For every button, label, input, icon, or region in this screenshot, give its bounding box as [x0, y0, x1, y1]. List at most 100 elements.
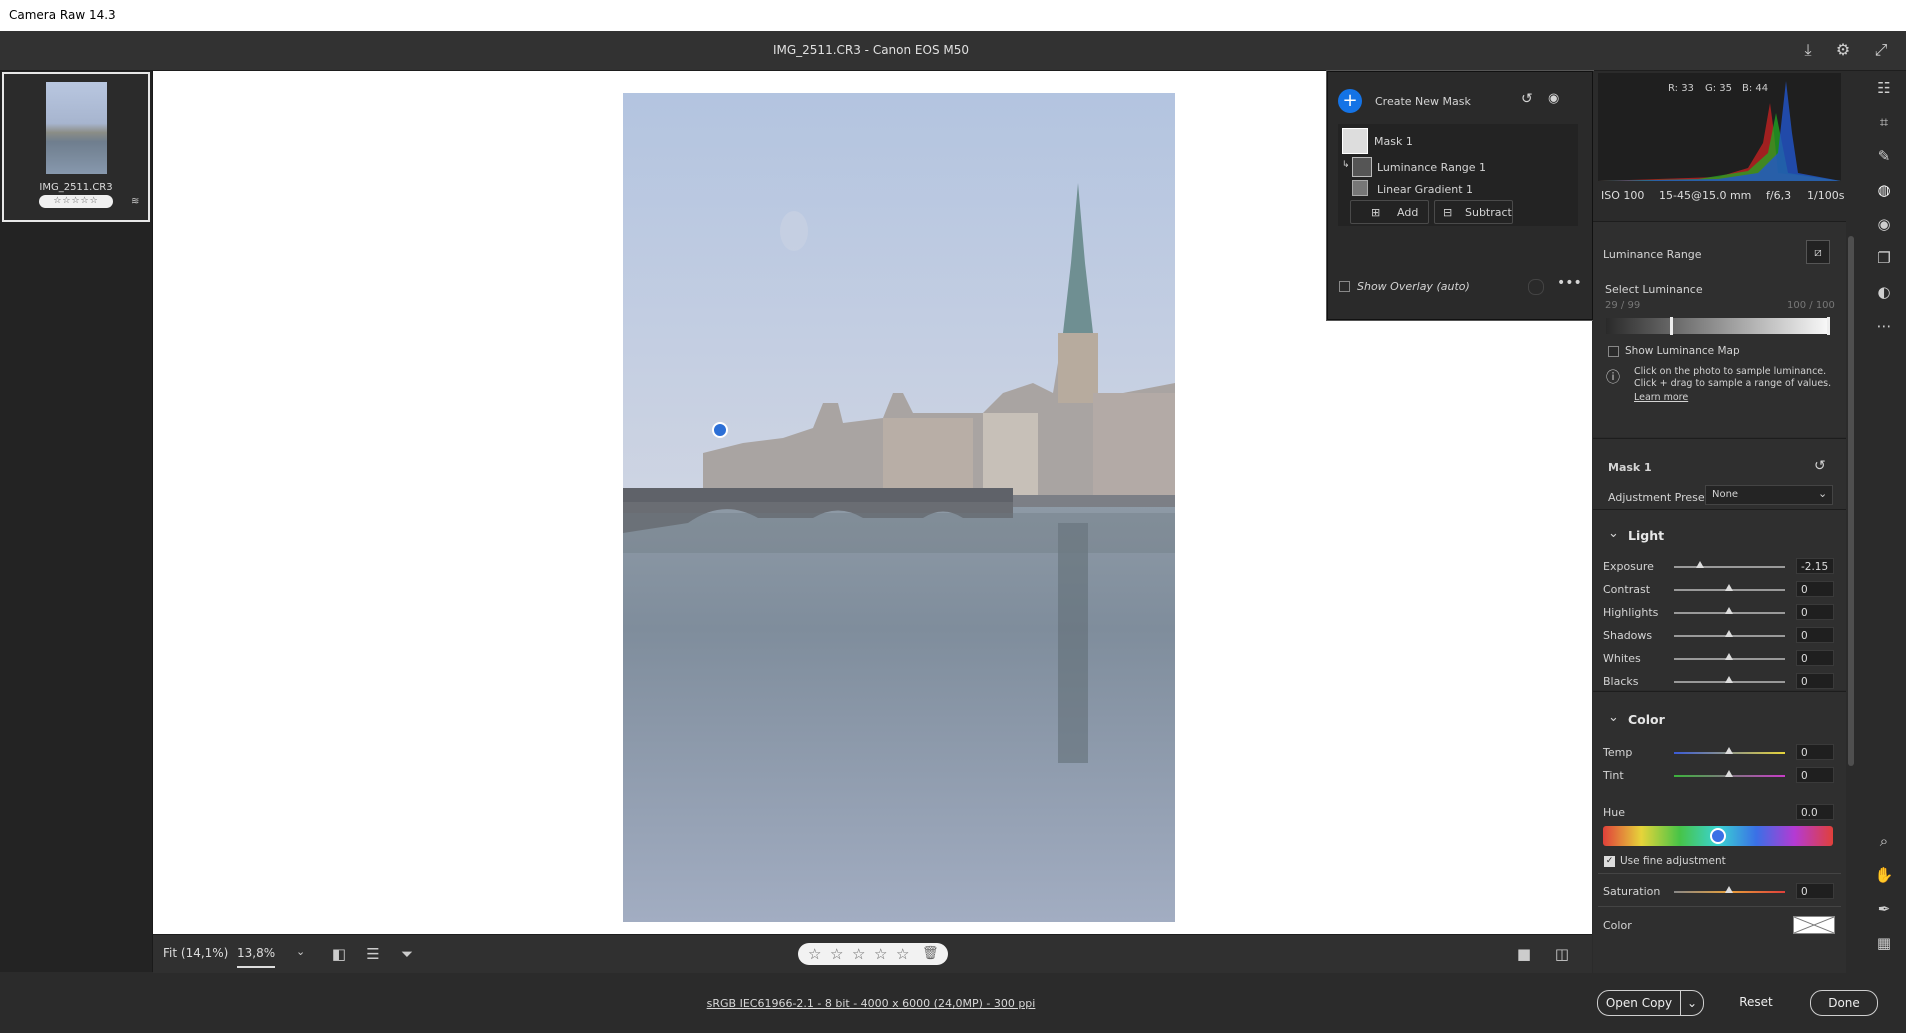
contrast-slider[interactable] — [1674, 584, 1785, 591]
tint-slider[interactable] — [1674, 770, 1785, 777]
add-button[interactable]: ⊞ Add — [1350, 200, 1429, 224]
visibility-eye-icon[interactable]: ◉ — [1548, 91, 1559, 106]
tint-value[interactable]: 0 — [1796, 767, 1834, 783]
done-button[interactable]: Done — [1810, 990, 1878, 1016]
exposure-value[interactable]: -2.15 — [1796, 558, 1834, 574]
exposure-slider[interactable] — [1674, 561, 1785, 568]
download-icon[interactable]: ⤓ — [1797, 39, 1819, 61]
rating-star[interactable]: ☆ — [830, 945, 843, 963]
chevron-down-icon[interactable]: ⌄ — [296, 945, 305, 958]
more-icon[interactable]: ⋯ — [1872, 314, 1896, 338]
temp-slider[interactable] — [1674, 747, 1785, 754]
slider-thumb[interactable] — [1725, 770, 1733, 777]
single-view-icon[interactable]: ■ — [1513, 943, 1535, 965]
color-swatch[interactable] — [1793, 916, 1835, 934]
adjustment-preset-dropdown[interactable]: None ⌄ — [1705, 485, 1833, 505]
shadows-slider[interactable] — [1674, 630, 1785, 637]
snapshots-icon[interactable]: ❐ — [1872, 246, 1896, 270]
show-luminance-map-checkbox[interactable] — [1608, 346, 1619, 357]
rating-control[interactable]: ☆ ☆ ☆ ☆ ☆ 🗑 — [798, 943, 948, 965]
histogram[interactable]: R: 33 G: 35 B: 44 — [1598, 73, 1841, 181]
hand-icon[interactable]: ✋ — [1872, 863, 1896, 887]
slider-thumb[interactable] — [1725, 886, 1733, 893]
color-sampler-icon[interactable]: ✒ — [1872, 897, 1896, 921]
contrast-value[interactable]: 0 — [1796, 581, 1834, 597]
reset-mask-icon[interactable]: ↺ — [1521, 91, 1533, 107]
chevron-down-icon[interactable]: ⌄ — [1608, 710, 1619, 725]
zoom-icon[interactable]: ⌕ — [1872, 829, 1896, 853]
photo-preview[interactable] — [623, 93, 1175, 922]
luminance-picker-icon[interactable]: ⧄ — [1806, 240, 1830, 264]
filmstrip-toggle-icon[interactable]: ◧ — [328, 943, 350, 965]
subtract-button[interactable]: ⊟ Subtract — [1434, 200, 1513, 224]
luminance-range-slider[interactable] — [1606, 317, 1830, 335]
component-linear-gradient[interactable]: Linear Gradient 1 — [1377, 183, 1473, 196]
before-after-icon[interactable]: ◫ — [1551, 943, 1573, 965]
luminance-range-icon[interactable] — [1352, 157, 1372, 177]
temp-value[interactable]: 0 — [1796, 744, 1834, 760]
hue-handle[interactable] — [1710, 828, 1726, 844]
filter-icon[interactable]: ⏷ — [396, 943, 418, 965]
reset-button[interactable]: Reset — [1722, 990, 1790, 1014]
fine-adjustment-checkbox[interactable]: ✓ — [1604, 856, 1615, 867]
reset-mask-settings-icon[interactable]: ↺ — [1814, 458, 1826, 474]
highlights-value[interactable]: 0 — [1796, 604, 1834, 620]
more-options-icon[interactable]: ••• — [1557, 275, 1582, 291]
slider-thumb[interactable] — [1725, 607, 1733, 614]
learn-more-link[interactable]: Learn more — [1634, 392, 1688, 403]
presets-icon[interactable]: ◐ — [1872, 280, 1896, 304]
thumbnail-rating[interactable]: ☆☆☆☆☆ — [39, 195, 113, 208]
healing-icon[interactable]: ✎ — [1872, 144, 1896, 168]
whites-value[interactable]: 0 — [1796, 650, 1834, 666]
slider-thumb[interactable] — [1725, 584, 1733, 591]
redeye-icon[interactable]: ◉ — [1872, 212, 1896, 236]
sort-icon[interactable]: ☰ — [362, 943, 384, 965]
gear-icon[interactable]: ⚙ — [1832, 39, 1854, 61]
fit-zoom-button[interactable]: Fit (14,1%) — [163, 946, 228, 960]
shadows-value[interactable]: 0 — [1796, 627, 1834, 643]
scrollbar-thumb[interactable] — [1848, 236, 1854, 766]
saturation-slider[interactable] — [1674, 886, 1785, 893]
hue-slider[interactable] — [1603, 826, 1833, 846]
rating-star[interactable]: ☆ — [896, 945, 909, 963]
light-section-title[interactable]: Light — [1628, 528, 1664, 543]
slider-thumb[interactable] — [1725, 630, 1733, 637]
crop-icon[interactable]: ⌗ — [1872, 110, 1896, 134]
edit-sliders-icon[interactable]: ☷ — [1872, 76, 1896, 100]
grid-icon[interactable]: ▦ — [1872, 931, 1896, 955]
open-copy-button[interactable]: Open Copy — [1597, 990, 1681, 1016]
slider-thumb[interactable] — [1725, 747, 1733, 754]
slider-thumb[interactable] — [1725, 653, 1733, 660]
trash-icon[interactable]: 🗑 — [922, 946, 939, 961]
blacks-slider[interactable] — [1674, 676, 1785, 683]
color-section-title[interactable]: Color — [1628, 712, 1665, 727]
fullscreen-icon[interactable]: ⤢ — [1870, 39, 1892, 61]
rating-star[interactable]: ☆ — [808, 945, 821, 963]
workflow-options-link[interactable]: sRGB IEC61966-2.1 - 8 bit - 4000 x 6000 … — [0, 997, 1742, 1010]
open-options-chevron-icon[interactable]: ⌄ — [1680, 990, 1704, 1016]
panel-scrollbar[interactable] — [1847, 226, 1855, 966]
highlights-slider[interactable] — [1674, 607, 1785, 614]
rating-star[interactable]: ☆ — [874, 945, 887, 963]
show-overlay-checkbox[interactable] — [1339, 281, 1350, 292]
hue-value[interactable]: 0.0 — [1796, 804, 1834, 820]
zoom-level-button[interactable]: 13,8% — [237, 946, 276, 968]
create-new-mask-button[interactable]: Create New Mask — [1375, 95, 1471, 108]
plus-icon[interactable]: + — [1338, 89, 1362, 113]
filmstrip-thumbnail[interactable]: IMG_2511.CR3 ☆☆☆☆☆ ≋ — [2, 72, 150, 222]
mask-thumbnail[interactable] — [1342, 128, 1368, 154]
component-luminance-range[interactable]: Luminance Range 1 — [1377, 161, 1486, 174]
mask-item-label[interactable]: Mask 1 — [1374, 135, 1413, 148]
whites-slider[interactable] — [1674, 653, 1785, 660]
blacks-value[interactable]: 0 — [1796, 673, 1834, 689]
saturation-value[interactable]: 0 — [1796, 883, 1834, 899]
masking-icon[interactable]: ◍ — [1872, 178, 1896, 202]
linear-gradient-icon[interactable] — [1352, 180, 1368, 196]
luminance-high-handle[interactable] — [1827, 317, 1830, 335]
rating-star[interactable]: ☆ — [852, 945, 865, 963]
chevron-down-icon[interactable]: ⌄ — [1608, 526, 1619, 541]
slider-thumb[interactable] — [1725, 676, 1733, 683]
slider-thumb[interactable] — [1696, 561, 1704, 568]
luminance-low-handle[interactable] — [1670, 317, 1673, 335]
overlay-color-swatch[interactable] — [1528, 279, 1544, 295]
